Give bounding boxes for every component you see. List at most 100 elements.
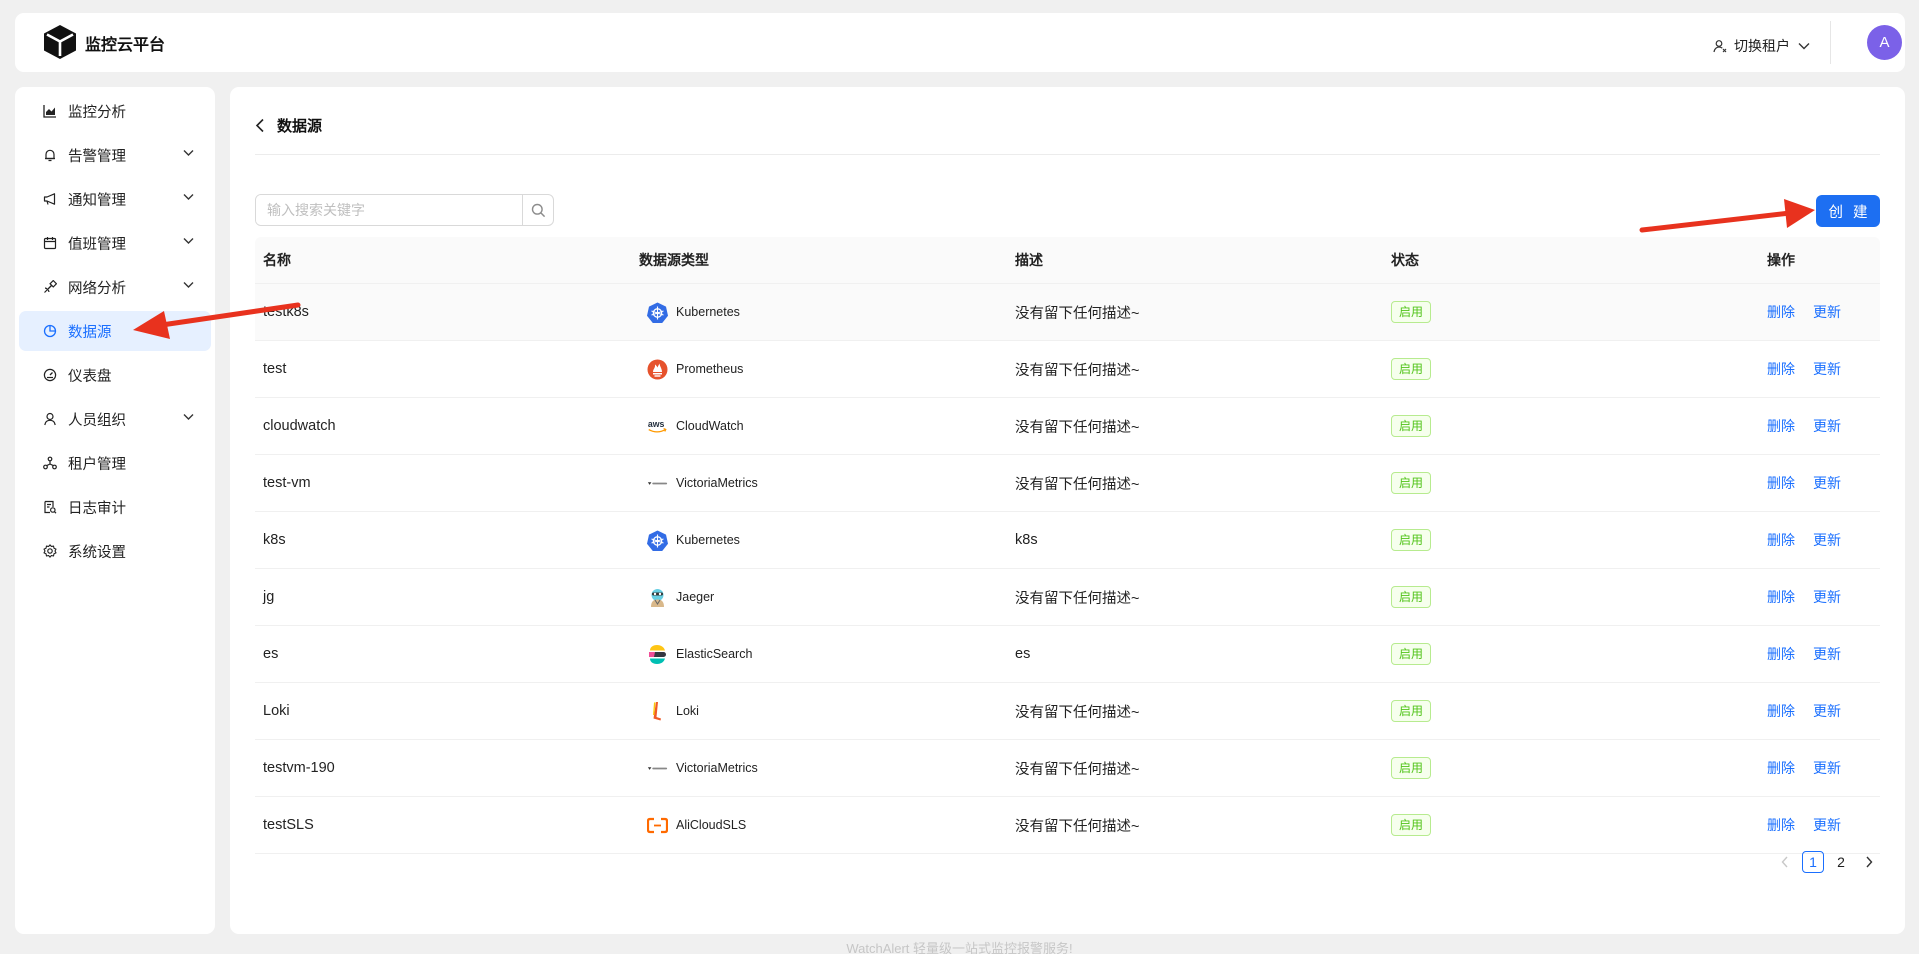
- status-badge: 启用: [1391, 301, 1432, 323]
- search-button[interactable]: [522, 195, 553, 225]
- delete-link[interactable]: 删除: [1767, 361, 1795, 377]
- search-input[interactable]: [256, 195, 522, 225]
- sidebar-item-dashboard[interactable]: 仪表盘: [19, 355, 211, 395]
- row-name: k8s: [263, 532, 286, 548]
- datasource-table: 名称 数据源类型 描述 状态 操作 testk8s Kubernetes 没有留…: [255, 237, 1880, 854]
- sidebar-item-datasource[interactable]: 数据源: [19, 311, 211, 351]
- sidebar-item-alert-management[interactable]: 告警管理: [19, 135, 211, 175]
- status-badge: 启用: [1391, 529, 1432, 551]
- update-link[interactable]: 更新: [1813, 475, 1841, 491]
- tenant-switcher[interactable]: 切换租户: [1713, 36, 1810, 56]
- delete-link[interactable]: 删除: [1767, 703, 1795, 719]
- delete-link[interactable]: 删除: [1767, 817, 1795, 833]
- page-button-1[interactable]: 1: [1802, 851, 1824, 873]
- datasource-type-label: VictoriaMetrics: [676, 476, 758, 490]
- table-row: jg Jaeger 没有留下任何描述~ 启用 删除 更新: [255, 569, 1880, 626]
- cube-logo-icon[interactable]: [41, 23, 79, 61]
- datasource-type-label: Kubernetes: [676, 305, 740, 319]
- column-header-name: 名称: [263, 252, 291, 268]
- user-switch-icon: [1713, 40, 1727, 53]
- next-page-button[interactable]: [1858, 851, 1880, 873]
- sidebar-item-monitor-analysis[interactable]: 监控分析: [19, 91, 211, 131]
- update-link[interactable]: 更新: [1813, 532, 1841, 548]
- user-icon: [43, 412, 57, 426]
- update-link[interactable]: 更新: [1813, 646, 1841, 662]
- row-type: AliCloudSLS: [631, 815, 1007, 836]
- datasource-type-label: Jaeger: [676, 590, 715, 604]
- sidebar-item-label: 租户管理: [68, 456, 126, 473]
- row-name: Loki: [263, 703, 290, 719]
- row-type: Loki: [631, 701, 1007, 722]
- sidebar-item-notification-management[interactable]: 通知管理: [19, 179, 211, 219]
- sidebar-item-label: 人员组织: [68, 412, 126, 429]
- chevron-left-icon[interactable]: [255, 118, 265, 133]
- row-description: 没有留下任何描述~: [1015, 590, 1140, 607]
- update-link[interactable]: 更新: [1813, 304, 1841, 320]
- row-description: 没有留下任何描述~: [1015, 362, 1140, 379]
- row-description: 没有留下任何描述~: [1015, 704, 1140, 721]
- sidebar-item-on-duty-management[interactable]: 值班管理: [19, 223, 211, 263]
- delete-link[interactable]: 删除: [1767, 475, 1795, 491]
- column-header-status: 状态: [1391, 252, 1419, 268]
- table-row: testSLS AliCloudSLS 没有留下任何描述~ 启用 删除 更新: [255, 797, 1880, 854]
- row-type: VictoriaMetrics: [631, 473, 1007, 494]
- update-link[interactable]: 更新: [1813, 361, 1841, 377]
- delete-link[interactable]: 删除: [1767, 646, 1795, 662]
- row-name: jg: [263, 589, 275, 605]
- table-row: test-vm VictoriaMetrics 没有留下任何描述~ 启用 删除 …: [255, 455, 1880, 512]
- create-button[interactable]: 创 建: [1816, 195, 1880, 227]
- datasource-type-label: Loki: [676, 704, 699, 718]
- delete-link[interactable]: 删除: [1767, 418, 1795, 434]
- chevron-down-icon: [183, 150, 194, 156]
- prev-page-button[interactable]: [1774, 851, 1796, 873]
- sidebar-item-label: 日志审计: [68, 500, 126, 517]
- footer-text: WatchAlert 轻量级一站式监控报警服务!: [846, 941, 1073, 954]
- table-row: es ElasticSearch es 启用 删除 更新: [255, 626, 1880, 683]
- sidebar-item-label: 监控分析: [68, 104, 126, 121]
- dashboard-icon: [43, 368, 57, 382]
- datasource-type-label: Kubernetes: [676, 533, 740, 547]
- delete-link[interactable]: 删除: [1767, 589, 1795, 605]
- page-button-2[interactable]: 2: [1830, 851, 1852, 873]
- status-badge: 启用: [1391, 415, 1432, 437]
- sidebar-item-label: 通知管理: [68, 192, 126, 209]
- update-link[interactable]: 更新: [1813, 817, 1841, 833]
- chevron-down-icon: [183, 238, 194, 244]
- chevron-down-icon: [183, 194, 194, 200]
- status-badge: 启用: [1391, 700, 1432, 722]
- row-type: Jaeger: [631, 587, 1007, 608]
- chevron-down-icon: [183, 414, 194, 420]
- elasticsearch-icon: [647, 644, 668, 665]
- back-nav[interactable]: 数据源: [255, 115, 322, 136]
- status-badge: 启用: [1391, 586, 1432, 608]
- sidebar-item-organization[interactable]: 人员组织: [19, 399, 211, 439]
- sidebar-item-label: 仪表盘: [68, 368, 112, 385]
- update-link[interactable]: 更新: [1813, 760, 1841, 776]
- search-box: [255, 194, 554, 226]
- sidebar-item-system-settings[interactable]: 系统设置: [19, 531, 211, 571]
- table-row: testvm-190 VictoriaMetrics 没有留下任何描述~ 启用 …: [255, 740, 1880, 797]
- row-description: 没有留下任何描述~: [1015, 476, 1140, 493]
- table-row: test Prometheus 没有留下任何描述~ 启用 删除 更新: [255, 341, 1880, 398]
- table-row: k8s Kubernetes k8s 启用 删除 更新: [255, 512, 1880, 569]
- row-type: aws CloudWatch: [631, 416, 1007, 437]
- chevron-down-icon: [1798, 43, 1810, 50]
- row-description: 没有留下任何描述~: [1015, 419, 1140, 436]
- update-link[interactable]: 更新: [1813, 418, 1841, 434]
- delete-link[interactable]: 删除: [1767, 760, 1795, 776]
- delete-link[interactable]: 删除: [1767, 532, 1795, 548]
- cluster-icon: [43, 456, 57, 470]
- main-content: 数据源 创 建 名称 数据源类型 描述 状态 操作 testk8s Kubern…: [230, 87, 1905, 934]
- gear-icon: [43, 544, 57, 558]
- sidebar-item-tenant-management[interactable]: 租户管理: [19, 443, 211, 483]
- update-link[interactable]: 更新: [1813, 589, 1841, 605]
- header-divider: [1830, 21, 1831, 64]
- row-name: test-vm: [263, 475, 311, 491]
- svg-text:aws: aws: [648, 418, 665, 428]
- user-avatar[interactable]: A: [1867, 25, 1902, 60]
- sidebar-item-network-analysis[interactable]: 网络分析: [19, 267, 211, 307]
- sidebar-item-log-audit[interactable]: 日志审计: [19, 487, 211, 527]
- update-link[interactable]: 更新: [1813, 703, 1841, 719]
- delete-link[interactable]: 删除: [1767, 304, 1795, 320]
- status-badge: 启用: [1391, 472, 1432, 494]
